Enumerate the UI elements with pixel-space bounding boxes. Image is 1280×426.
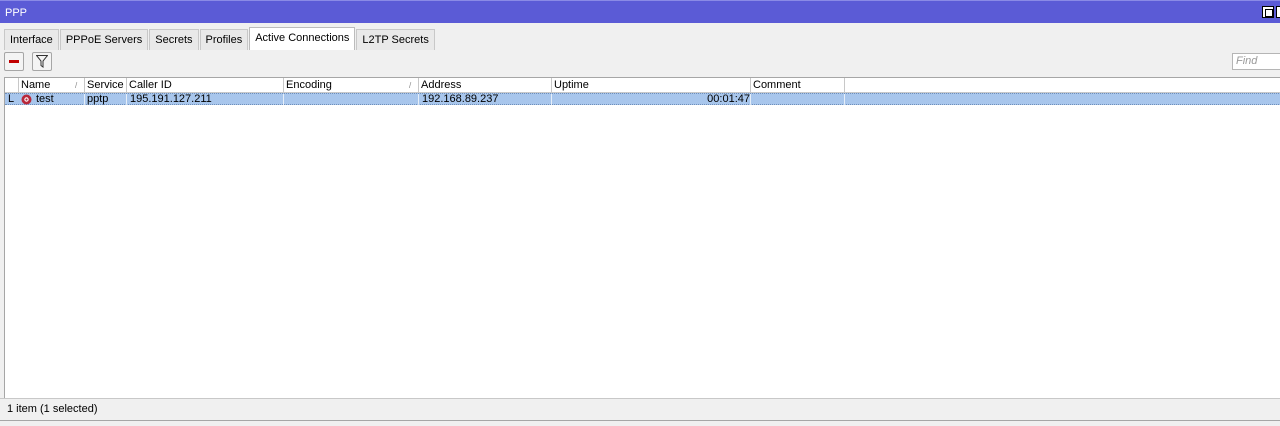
row-name: test — [36, 94, 54, 105]
status-text: 1 item (1 selected) — [7, 403, 98, 415]
connections-table: Name / Service Caller ID Encoding / Addr… — [4, 77, 1280, 399]
sort-indicator-icon: / — [409, 81, 412, 90]
filter-button[interactable] — [32, 52, 52, 71]
toolbar: Find — [0, 50, 1280, 74]
column-header-address[interactable]: Address — [419, 78, 552, 92]
column-header-caller-id[interactable]: Caller ID — [127, 78, 284, 92]
row-uptime: 00:01:47 — [707, 94, 750, 105]
tab-secrets[interactable]: Secrets — [149, 29, 199, 50]
remove-button[interactable] — [4, 52, 24, 71]
column-header-flag — [5, 78, 19, 92]
row-encoding — [286, 94, 418, 105]
tab-profiles[interactable]: Profiles — [199, 29, 249, 50]
tab-pppoe-servers[interactable]: PPPoE Servers — [59, 29, 149, 50]
window-title: PPP — [5, 7, 28, 19]
filter-icon — [36, 55, 48, 68]
row-flag: L — [8, 94, 15, 105]
row-comment — [753, 94, 843, 105]
column-header-comment[interactable]: Comment — [751, 78, 845, 92]
connection-icon — [21, 94, 32, 105]
tab-interface[interactable]: Interface — [4, 29, 59, 50]
column-header-name[interactable]: Name / — [19, 78, 85, 92]
column-header-filler — [845, 78, 1280, 92]
table-header: Name / Service Caller ID Encoding / Addr… — [5, 78, 1280, 93]
table-row[interactable]: L test pptp 195.191.127.211 192.168.89.2… — [5, 93, 1280, 105]
row-service: pptp — [87, 94, 109, 105]
maximize-button[interactable] — [1262, 6, 1274, 18]
status-bar: 1 item (1 selected) — [0, 398, 1280, 419]
column-header-service[interactable]: Service — [85, 78, 127, 92]
tab-active-connections[interactable]: Active Connections — [249, 27, 356, 50]
window-body: Interface PPPoE Servers Secrets Profiles… — [0, 23, 1280, 426]
tab-bar: Interface PPPoE Servers Secrets Profiles… — [4, 27, 436, 50]
minus-icon — [9, 60, 19, 63]
tab-l2tp-secrets[interactable]: L2TP Secrets — [356, 29, 435, 50]
column-header-uptime[interactable]: Uptime — [552, 78, 751, 92]
window-titlebar: PPP — [0, 0, 1280, 23]
sort-indicator-icon: / — [75, 81, 78, 90]
row-caller-id: 195.191.127.211 — [130, 94, 212, 105]
row-address: 192.168.89.237 — [422, 94, 499, 105]
close-button[interactable] — [1276, 6, 1280, 18]
divider — [0, 420, 1280, 421]
column-header-encoding[interactable]: Encoding / — [284, 78, 419, 92]
find-input[interactable]: Find — [1232, 53, 1280, 70]
